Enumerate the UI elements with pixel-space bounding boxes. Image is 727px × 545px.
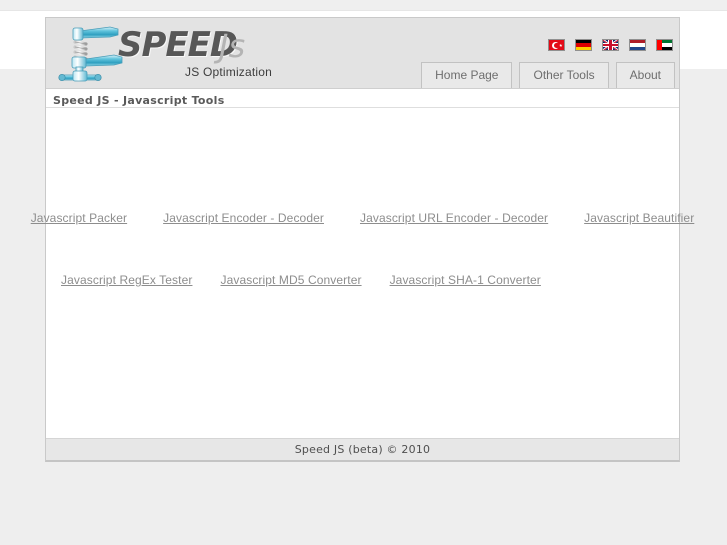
- logo-tagline: JS Optimization: [185, 65, 273, 79]
- tool-link-javascript-regex-tester[interactable]: Javascript RegEx Tester: [61, 273, 192, 287]
- site-footer: Speed JS (beta) © 2010: [46, 438, 679, 460]
- tool-link-javascript-packer[interactable]: Javascript Packer: [31, 211, 127, 225]
- flag-de-icon[interactable]: [575, 39, 592, 51]
- tool-link-javascript-url-encoder-decoder[interactable]: Javascript URL Encoder - Decoder: [360, 211, 548, 225]
- flag-ae-icon[interactable]: [656, 39, 673, 51]
- tool-links-row-1: Javascript Packer Javascript Encoder - D…: [31, 211, 695, 225]
- tool-link-javascript-beautifier[interactable]: Javascript Beautifier: [584, 211, 694, 225]
- footer-copyright: Speed JS (beta) © 2010: [294, 443, 431, 456]
- logo-secondary-text: Js: [219, 27, 246, 65]
- flag-nl-icon[interactable]: [629, 39, 646, 51]
- tool-link-javascript-sha1-converter[interactable]: Javascript SHA-1 Converter: [390, 273, 541, 287]
- site-header: SPEED Js JS Optimization Home Page Other…: [46, 18, 679, 89]
- page-title: Speed JS - Javascript Tools: [53, 94, 225, 107]
- page-title-bar: Speed JS - Javascript Tools: [46, 89, 679, 108]
- main-navigation: Home Page Other Tools About: [421, 62, 675, 88]
- nav-item-home-page[interactable]: Home Page: [421, 62, 513, 88]
- page-container: SPEED Js JS Optimization Home Page Other…: [31, 17, 695, 462]
- flag-gb-icon[interactable]: [602, 39, 619, 51]
- nav-item-other-tools[interactable]: Other Tools: [519, 62, 609, 88]
- site-logo[interactable]: SPEED Js JS Optimization: [56, 21, 356, 87]
- main-content: Javascript Packer Javascript Encoder - D…: [31, 108, 695, 438]
- tool-link-javascript-md5-converter[interactable]: Javascript MD5 Converter: [220, 273, 361, 287]
- logo-wordmark: SPEED Js JS Optimization: [118, 27, 348, 85]
- flag-tr-icon[interactable]: [548, 39, 565, 51]
- nav-item-about[interactable]: About: [615, 62, 675, 88]
- tool-link-javascript-encoder-decoder[interactable]: Javascript Encoder - Decoder: [163, 211, 324, 225]
- top-decorative-band: [0, 0, 727, 11]
- language-switcher: [548, 39, 673, 51]
- tool-links-row-2: Javascript RegEx Tester Javascript MD5 C…: [46, 273, 679, 287]
